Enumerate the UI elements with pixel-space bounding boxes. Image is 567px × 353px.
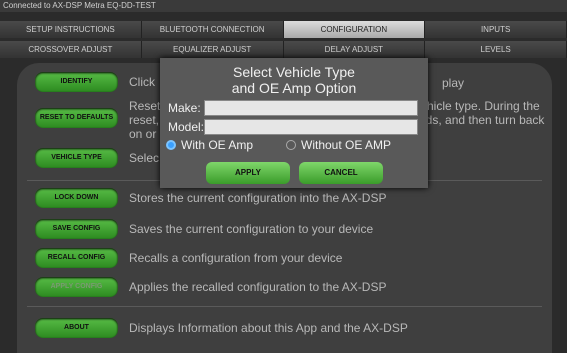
apply-config-description: Applies the recalled configuration to th…: [129, 280, 387, 294]
lock-down-description: Stores the current configuration into th…: [129, 191, 387, 205]
reset-description-tail-line2: nds, and then turn back: [419, 113, 545, 127]
vehicle-type-dialog: Select Vehicle Type and OE Amp Option Ma…: [160, 58, 428, 188]
model-label: Model:: [168, 120, 205, 134]
list-item-lock-down: LOCK DOWN Stores the current configurati…: [17, 188, 386, 208]
recall-config-description: Recalls a configuration from your device: [129, 251, 343, 265]
make-input[interactable]: [204, 100, 418, 116]
identify-description-tail: play: [442, 76, 465, 90]
tab-bar-primary: SETUP INSTRUCTIONS BLUETOOTH CONNECTION …: [0, 21, 567, 38]
tab-inputs[interactable]: INPUTS: [425, 21, 567, 38]
radio-selected-icon: [166, 140, 176, 150]
radio-unselected-icon: [286, 140, 296, 150]
vehicle-type-description: Selec: [129, 151, 160, 165]
list-item-save-config: SAVE CONFIG Saves the current configurat…: [17, 219, 373, 239]
tab-levels[interactable]: LEVELS: [425, 41, 567, 58]
list-item-identify: IDENTIFY Click: [17, 72, 155, 92]
reset-description-line2: reset,: [129, 113, 160, 127]
list-item-recall-config: RECALL CONFIG Recalls a configuration fr…: [17, 248, 342, 268]
with-oe-amp-label: With OE Amp: [181, 138, 254, 152]
reset-to-defaults-button[interactable]: RESET TO DEFAULTS: [35, 108, 118, 128]
vehicle-type-button[interactable]: VEHICLE TYPE: [35, 148, 118, 168]
apply-button[interactable]: APPLY: [206, 162, 290, 184]
save-config-description: Saves the current configuration to your …: [129, 222, 374, 236]
model-field: Model:: [168, 119, 418, 135]
tab-configuration[interactable]: CONFIGURATION: [283, 21, 426, 38]
tab-setup-instructions[interactable]: SETUP INSTRUCTIONS: [0, 21, 142, 38]
make-field: Make:: [168, 100, 418, 116]
lock-down-button[interactable]: LOCK DOWN: [35, 188, 118, 208]
list-item-about: ABOUT Displays Information about this Ap…: [17, 318, 408, 338]
cancel-button[interactable]: CANCEL: [299, 162, 383, 184]
tab-bar-secondary: CROSSOVER ADJUST EQUALIZER ADJUST DELAY …: [0, 41, 567, 58]
reset-description-tail: hicle type. During the: [427, 99, 540, 113]
identify-description: Click: [129, 75, 155, 89]
tab-crossover-adjust[interactable]: CROSSOVER ADJUST: [0, 41, 142, 58]
apply-config-button[interactable]: APPLY CONFIG: [35, 277, 118, 297]
about-button[interactable]: ABOUT: [35, 318, 118, 338]
reset-description: Reset: [129, 99, 161, 113]
dialog-title-line2: and OE Amp Option: [231, 80, 357, 96]
recall-config-button[interactable]: RECALL CONFIG: [35, 248, 118, 268]
identify-button[interactable]: IDENTIFY: [35, 72, 118, 92]
list-item-reset: RESET TO DEFAULTS: [17, 108, 118, 128]
tab-equalizer-adjust[interactable]: EQUALIZER ADJUST: [141, 41, 284, 58]
window-title: Connected to AX-DSP Metra EQ-DD-TEST: [0, 0, 567, 12]
with-oe-amp-radio[interactable]: With OE Amp: [166, 138, 253, 152]
about-description: Displays Information about this App and …: [129, 321, 408, 335]
list-item-apply-config: APPLY CONFIG Applies the recalled config…: [17, 277, 386, 297]
tab-bluetooth-connection[interactable]: BLUETOOTH CONNECTION: [141, 21, 284, 38]
list-item-vehicle-type: VEHICLE TYPE Selec: [17, 148, 159, 168]
model-input[interactable]: [204, 119, 418, 135]
divider: [27, 306, 542, 307]
save-config-button[interactable]: SAVE CONFIG: [35, 219, 118, 239]
reset-description-line3: on or: [129, 127, 157, 141]
without-oe-amp-radio[interactable]: Without OE AMP: [286, 138, 391, 152]
dialog-title-line1: Select Vehicle Type: [233, 64, 355, 80]
make-label: Make:: [168, 101, 201, 115]
tab-delay-adjust[interactable]: DELAY ADJUST: [283, 41, 426, 58]
without-oe-amp-label: Without OE AMP: [301, 138, 392, 152]
